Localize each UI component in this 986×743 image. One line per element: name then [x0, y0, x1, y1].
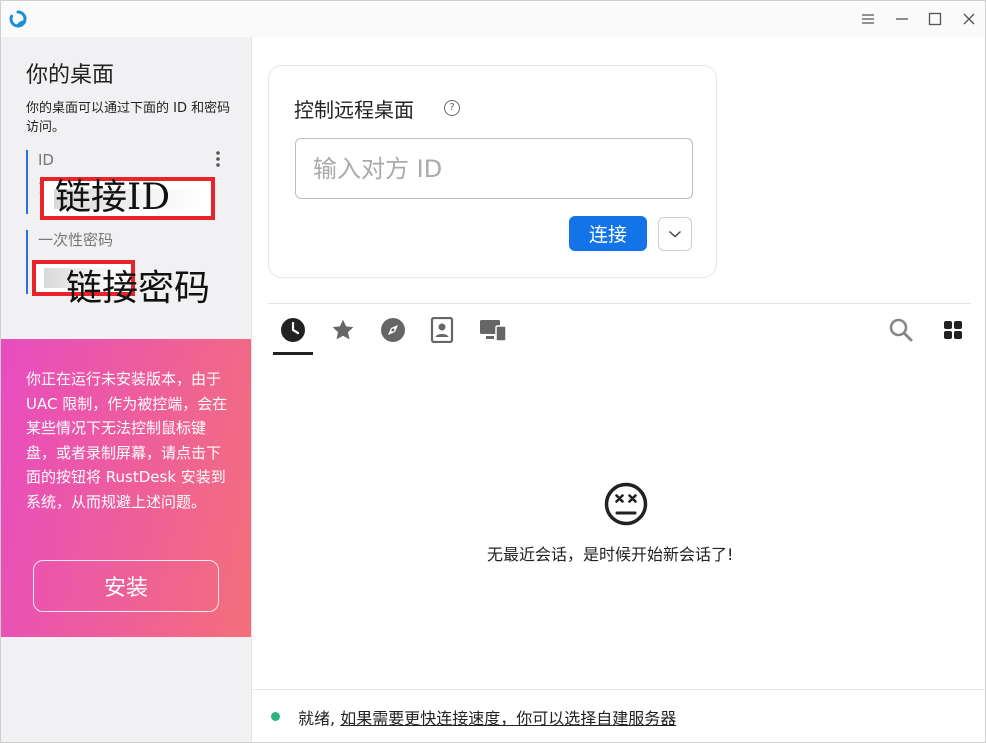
tab-discovered[interactable] — [373, 317, 413, 355]
tab-favorites[interactable] — [323, 317, 363, 355]
help-icon[interactable]: ? — [444, 100, 460, 116]
install-warning-text: 你正在运行未安装版本，由于 UAC 限制，作为被控端，会在某些情况下无法控制鼠标… — [26, 370, 228, 511]
star-icon — [332, 319, 354, 340]
app-window: 你的桌面 你的桌面可以通过下面的 ID 和密码访问。 ID 1 一次性密码 r … — [0, 0, 986, 743]
compass-icon — [381, 318, 405, 342]
view-toggle-button[interactable] — [933, 317, 973, 355]
connect-options-button[interactable] — [658, 217, 692, 251]
id-annotation-text: 链接ID — [55, 177, 171, 218]
install-button[interactable]: 安装 — [33, 560, 219, 612]
status-ready-text: 就绪, — [298, 709, 341, 728]
status-bar: 就绪, 如果需要更快连接速度，你可以选择自建服务器 — [298, 705, 676, 729]
left-panel: 你的桌面 你的桌面可以通过下面的 ID 和密码访问。 ID 1 一次性密码 r … — [1, 37, 252, 742]
password-annotation-text: 链接密码 — [66, 268, 211, 309]
search-button[interactable] — [881, 317, 921, 355]
address-book-icon — [430, 317, 454, 343]
remote-id-input[interactable] — [295, 138, 693, 199]
status-ready-indicator — [271, 712, 280, 721]
clock-icon — [281, 318, 305, 342]
sad-face-icon — [604, 482, 648, 526]
id-label: ID — [38, 151, 54, 169]
devices-icon — [480, 320, 507, 342]
tab-recent-sessions[interactable] — [273, 317, 313, 355]
self-hosted-server-link[interactable]: 如果需要更快连接速度，你可以选择自建服务器 — [340, 709, 676, 728]
install-warning-panel: 你正在运行未安装版本，由于 UAC 限制，作为被控端，会在某些情况下无法控制鼠标… — [1, 339, 251, 637]
your-desktop-title: 你的桌面 — [26, 63, 115, 88]
empty-sessions-message: 无最近会话，是时候开始新会话了! — [487, 545, 734, 564]
tab-accessible-devices[interactable] — [473, 317, 513, 355]
tabs-divider — [268, 303, 971, 304]
title-bar — [1, 1, 985, 37]
active-tab-indicator — [273, 352, 313, 355]
chevron-down-icon — [669, 230, 681, 238]
your-desktop-description: 你的桌面可以通过下面的 ID 和密码访问。 — [26, 101, 231, 135]
grid-view-icon — [944, 321, 962, 339]
search-icon — [889, 318, 913, 342]
password-label: 一次性密码 — [38, 231, 114, 249]
menu-icon[interactable] — [857, 8, 879, 30]
control-remote-card: 控制远程桌面 ? 连接 — [268, 65, 717, 278]
connect-button[interactable]: 连接 — [569, 216, 647, 251]
close-icon[interactable] — [958, 8, 980, 30]
control-remote-title: 控制远程桌面 — [294, 98, 414, 122]
rustdesk-logo-icon — [9, 10, 27, 28]
tab-address-book[interactable] — [422, 317, 462, 355]
maximize-icon[interactable] — [924, 8, 946, 30]
more-options-icon[interactable] — [213, 150, 223, 170]
status-bar-divider — [253, 689, 985, 690]
minimize-icon[interactable] — [891, 8, 913, 30]
